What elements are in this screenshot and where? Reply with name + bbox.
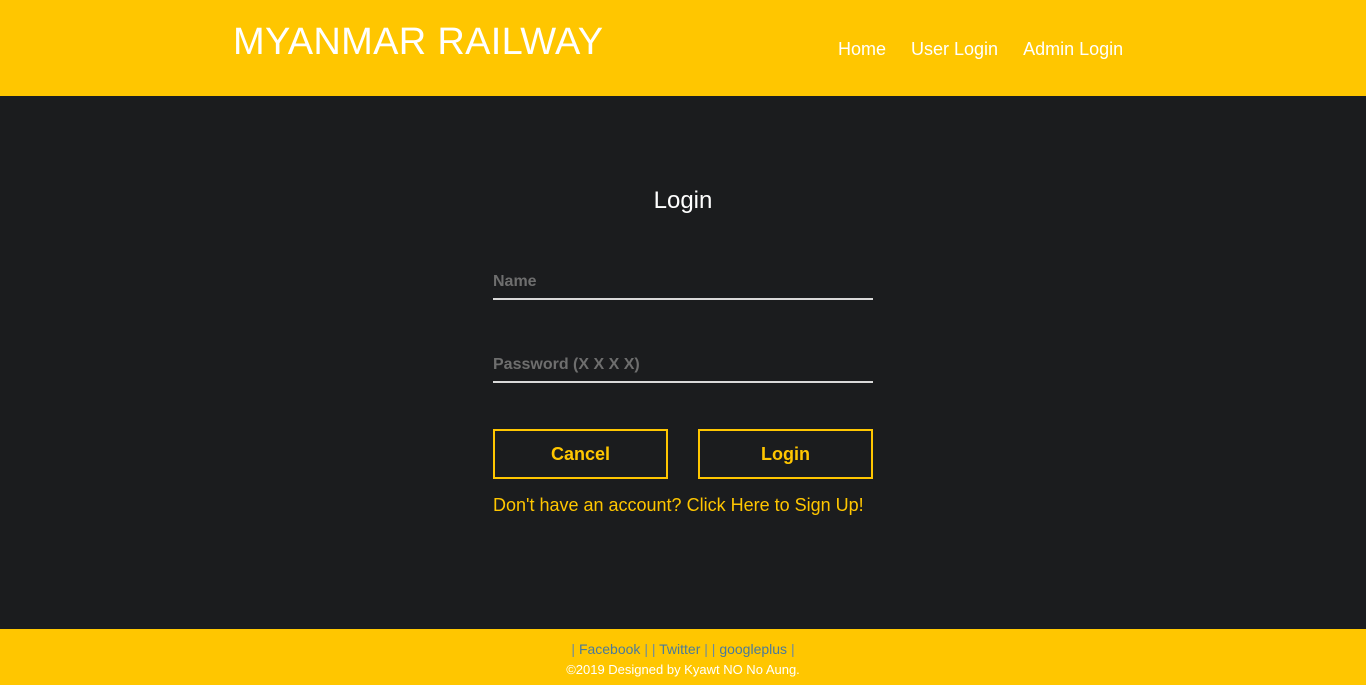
facebook-link[interactable]: Facebook xyxy=(579,641,640,657)
separator: | | xyxy=(704,641,716,657)
password-input[interactable] xyxy=(493,349,873,383)
cancel-button[interactable]: Cancel xyxy=(493,429,668,479)
nav-admin-login-link[interactable]: Admin Login xyxy=(1023,38,1123,60)
site-footer: | Facebook | | Twitter | | googleplus | … xyxy=(0,629,1366,685)
separator: | | xyxy=(644,641,656,657)
name-input[interactable] xyxy=(493,266,873,300)
login-title: Login xyxy=(653,187,713,214)
googleplus-link[interactable]: googleplus xyxy=(719,641,787,657)
main-nav: Home User Login Admin Login xyxy=(838,38,1123,60)
twitter-link[interactable]: Twitter xyxy=(659,641,700,657)
separator: | xyxy=(790,641,795,657)
signup-link[interactable]: Don't have an account? Click Here to Sig… xyxy=(493,494,864,516)
site-brand[interactable]: MYANMAR RAILWAY xyxy=(233,20,603,64)
separator: | xyxy=(571,641,576,657)
social-links: | Facebook | | Twitter | | googleplus | xyxy=(0,641,1366,657)
site-header: MYANMAR RAILWAY Home User Login Admin Lo… xyxy=(0,0,1366,96)
login-button[interactable]: Login xyxy=(698,429,873,479)
nav-user-login-link[interactable]: User Login xyxy=(911,38,998,60)
nav-home-link[interactable]: Home xyxy=(838,38,886,60)
copyright-text: ©2019 Designed by Kyawt NO No Aung. xyxy=(566,662,800,677)
